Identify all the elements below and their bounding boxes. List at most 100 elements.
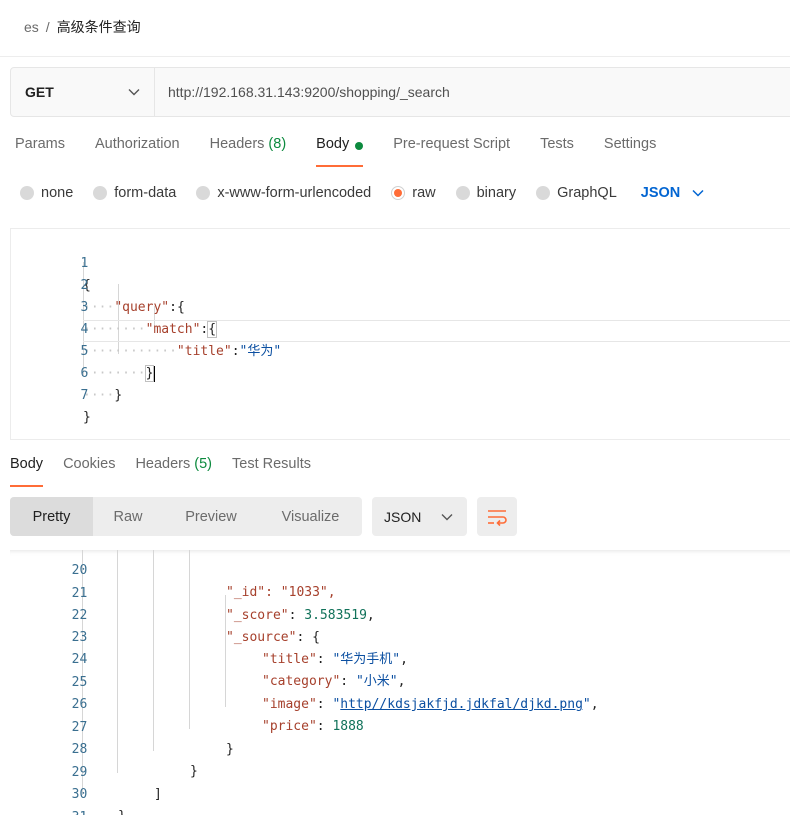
response-format-select[interactable]: JSON: [372, 497, 467, 536]
tab-settings[interactable]: Settings: [604, 136, 656, 166]
code-line: 28 }: [10, 717, 198, 779]
radio-circle-icon: [93, 186, 108, 200]
code-line: 31 }: [10, 785, 88, 815]
radio-label: form-data: [114, 185, 177, 201]
radio-none[interactable]: none: [20, 185, 73, 201]
indent-guide: [189, 550, 190, 729]
radio-label: x-www-form-urlencoded: [217, 185, 372, 201]
code-line: 22 "_source": {: [10, 583, 320, 645]
radio-binary[interactable]: binary: [455, 185, 517, 201]
request-tabs: Params Authorization Headers (8) Body Pre…: [15, 136, 686, 167]
code-line: 29 ]: [10, 740, 162, 802]
radio-circle-icon: [20, 186, 34, 200]
line-number: 6: [80, 366, 89, 381]
brace: }: [118, 809, 126, 815]
tab-label: Pre-request Script: [393, 136, 511, 152]
request-name[interactable]: 高级条件查询: [57, 17, 141, 37]
line-number: 4: [80, 322, 89, 337]
tab-body[interactable]: Body: [316, 136, 364, 167]
code-line: 30 }: [10, 762, 126, 815]
radio-form-data[interactable]: form-data: [93, 185, 176, 201]
visualize-button[interactable]: Visualize: [259, 497, 362, 536]
tab-tests[interactable]: Tests: [540, 136, 574, 166]
code-line: 24 "category": "小米",: [10, 627, 406, 689]
radio-selected-icon: [391, 186, 406, 200]
json-key: "_score": [226, 608, 289, 623]
code-line: 6 ····}: [11, 341, 122, 403]
tab-label: Tests: [540, 136, 574, 152]
json-string: "华为手机": [332, 652, 401, 667]
raw-button[interactable]: Raw: [93, 497, 163, 536]
radio-circle-icon: [536, 186, 551, 200]
brace: {: [176, 300, 185, 315]
tab-label: Params: [15, 136, 65, 152]
tab-label: Body: [316, 136, 350, 152]
line-number: 31: [41, 807, 88, 815]
chevron-down-icon: [128, 89, 140, 96]
json-string: "小米": [355, 674, 398, 689]
code-line: 23 "title": "华为手机",: [10, 605, 408, 667]
json-key: "title": [176, 344, 232, 359]
tab-params[interactable]: Params: [15, 136, 65, 166]
brace: }: [83, 410, 91, 425]
preview-button[interactable]: Preview: [163, 497, 259, 536]
method-select[interactable]: GET: [11, 68, 155, 116]
colon: :: [231, 344, 240, 359]
radio-label: binary: [476, 185, 517, 201]
body-type-selector: none form-data x-www-form-urlencoded raw…: [20, 182, 704, 204]
code-line: 2 ····"query":{: [11, 253, 184, 315]
code-line: 7 }: [11, 363, 90, 425]
json-url-link[interactable]: http//kdsjakfjd.jdkfal/djkd.png: [340, 697, 583, 712]
json-key: "price": [262, 719, 317, 734]
code-line: 20 "_id": "1033",: [10, 550, 336, 600]
line-number: 20: [71, 563, 88, 578]
code-line: 25 "image": "http//kdsjakfjd.jdkfal/djkd…: [10, 650, 599, 712]
json-key: "query": [114, 300, 170, 315]
tab-response-body[interactable]: Body: [10, 456, 44, 487]
tab-pre-request-script[interactable]: Pre-request Script: [393, 136, 510, 166]
response-body-viewer[interactable]: 20 "_id": "1033", 21 "_score": 3.583519,…: [10, 550, 790, 815]
chevron-down-icon: [441, 513, 453, 520]
json-key: "title": [262, 652, 317, 667]
response-tabs: Body Cookies Headers (5) Test Results: [10, 456, 331, 487]
tab-test-results[interactable]: Test Results: [232, 456, 311, 486]
headers-count-badge: (5): [194, 456, 212, 472]
brace-match-highlight: {: [207, 321, 218, 338]
code-line: 4 ············"title":"华为": [11, 297, 281, 359]
line-number: 25: [71, 675, 88, 690]
wrap-lines-button[interactable]: [477, 497, 517, 536]
chevron-down-icon: [692, 189, 704, 197]
line-number: 23: [71, 630, 88, 645]
wrap-lines-icon: [488, 509, 507, 526]
radio-label: GraphQL: [557, 185, 617, 201]
colon: :: [169, 300, 177, 315]
radio-circle-icon: [196, 186, 211, 200]
line-number: 26: [71, 697, 88, 712]
line-number: 28: [71, 742, 88, 757]
url-input[interactable]: http://192.168.31.143:9200/shopping/_sea…: [155, 68, 450, 116]
pretty-button[interactable]: Pretty: [10, 497, 93, 536]
request-body-editor[interactable]: 1 { 2 ····"query":{ 3 ········"match":{ …: [10, 228, 790, 440]
radio-graphql[interactable]: GraphQL: [536, 185, 617, 201]
tab-authorization[interactable]: Authorization: [95, 136, 180, 166]
tab-response-headers[interactable]: Headers (5): [135, 456, 212, 486]
radio-raw[interactable]: raw: [391, 185, 436, 201]
radio-urlencoded[interactable]: x-www-form-urlencoded: [196, 185, 371, 201]
json-key: "image": [262, 697, 317, 712]
brace-match-highlight: }: [144, 365, 155, 382]
method-label: GET: [25, 84, 54, 100]
line-number: 3: [80, 300, 89, 315]
line-number: 2: [80, 278, 89, 293]
breadcrumb-collection[interactable]: es: [24, 19, 39, 35]
tab-label: Headers: [209, 136, 265, 152]
brace: }: [226, 742, 234, 757]
tab-headers[interactable]: Headers (8): [210, 136, 287, 166]
bracket: ]: [154, 787, 162, 802]
language-select[interactable]: JSON: [641, 185, 705, 201]
view-mode-segmented-control: Pretty Raw Preview Visualize: [10, 497, 362, 536]
radio-circle-icon: [455, 186, 470, 200]
radio-label: raw: [412, 185, 436, 201]
brace: }: [114, 388, 123, 403]
tab-cookies[interactable]: Cookies: [63, 456, 115, 486]
line-number: 5: [80, 344, 89, 359]
